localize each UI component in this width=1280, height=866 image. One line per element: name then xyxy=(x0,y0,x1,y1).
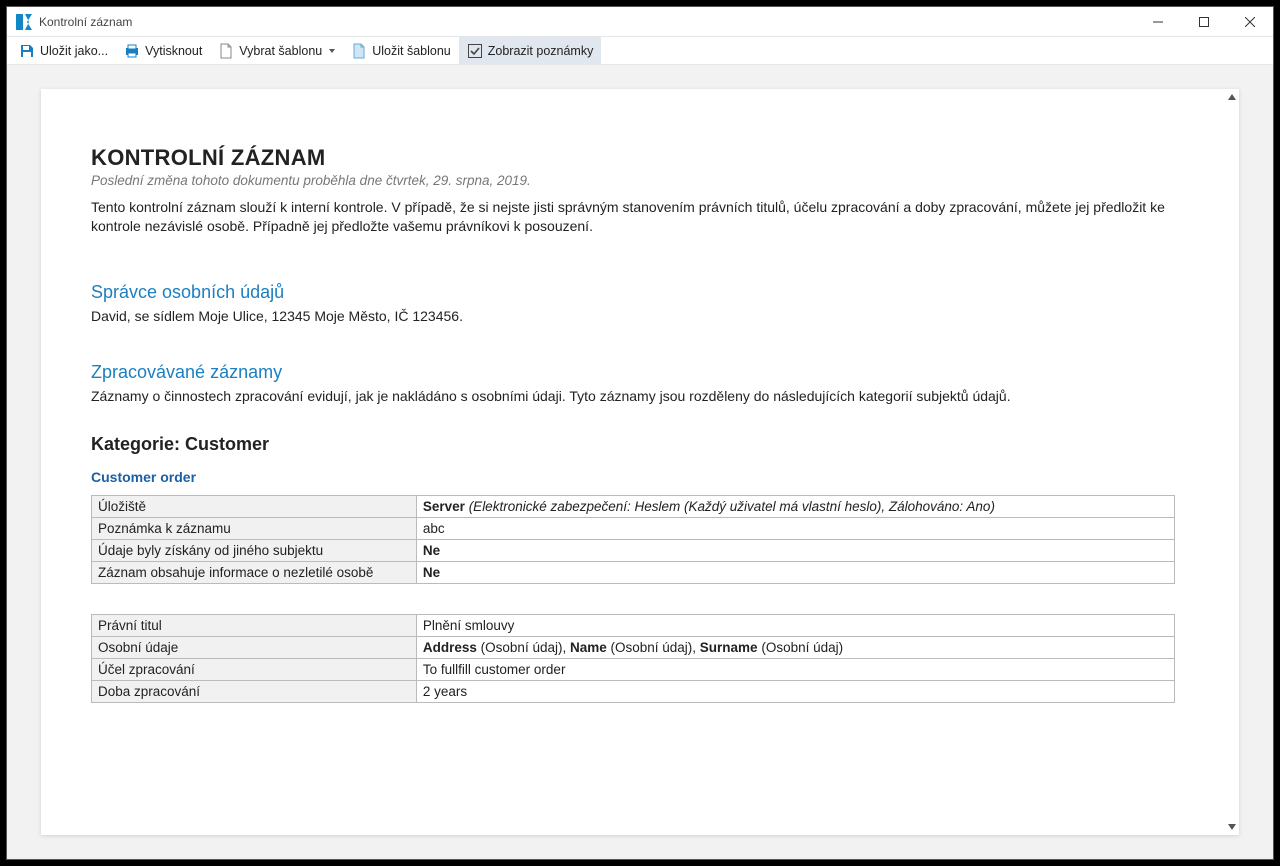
document-icon xyxy=(218,43,234,59)
storage-detail: (Elektronické zabezpečení: Heslem (Každý… xyxy=(469,499,995,514)
show-notes-label: Zobrazit poznámky xyxy=(488,44,594,58)
table-row: Údaje byly získány od jiného subjektu Ne xyxy=(92,539,1175,561)
val-bold: Ne xyxy=(423,543,440,558)
scroll-track[interactable] xyxy=(1225,105,1239,819)
document-preview: KONTROLNÍ ZÁZNAM Poslední změna tohoto d… xyxy=(41,89,1239,835)
cell-label: Údaje byly získány od jiného subjektu xyxy=(92,539,417,561)
vertical-scrollbar[interactable] xyxy=(1225,89,1239,835)
pd-address: Address xyxy=(423,640,477,655)
table-row: Účel zpracování To fullfill customer ord… xyxy=(92,658,1175,680)
template-icon xyxy=(351,43,367,59)
maximize-button[interactable] xyxy=(1181,7,1227,37)
cell-value: Ne xyxy=(416,561,1174,583)
legal-table: Právní titul Plnění smlouvy Osobní údaje… xyxy=(91,614,1175,703)
storage-name: Server xyxy=(423,499,469,514)
storage-table: Úložiště Server (Elektronické zabezpečen… xyxy=(91,495,1175,584)
cell-label: Poznámka k záznamu xyxy=(92,517,417,539)
app-icon xyxy=(15,13,33,31)
print-icon xyxy=(124,43,140,59)
window-title: Kontrolní záznam xyxy=(39,15,1135,29)
content-area: KONTROLNÍ ZÁZNAM Poslední změna tohoto d… xyxy=(7,65,1273,859)
cell-label: Doba zpracování xyxy=(92,680,417,702)
checkbox-checked-icon xyxy=(467,43,483,59)
save-as-label: Uložit jako... xyxy=(40,44,108,58)
cell-label: Právní titul xyxy=(92,614,417,636)
save-as-button[interactable]: Uložit jako... xyxy=(11,37,116,64)
controller-text: David, se sídlem Moje Ulice, 12345 Moje … xyxy=(91,307,1175,326)
toolbar: Uložit jako... Vytisknout Vybrat šablonu xyxy=(7,37,1273,65)
pd-name: Name xyxy=(570,640,607,655)
pd-surname: Surname xyxy=(700,640,758,655)
cell-label: Osobní údaje xyxy=(92,636,417,658)
records-text: Záznamy o činnostech zpracování evidují,… xyxy=(91,387,1175,406)
scroll-down-arrow[interactable] xyxy=(1225,819,1239,835)
cell-label: Záznam obsahuje informace o nezletilé os… xyxy=(92,561,417,583)
cell-value: Server (Elektronické zabezpečení: Heslem… xyxy=(416,495,1174,517)
cell-value: abc xyxy=(416,517,1174,539)
cell-value: 2 years xyxy=(416,680,1174,702)
minimize-button[interactable] xyxy=(1135,7,1181,37)
save-icon xyxy=(19,43,35,59)
titlebar: Kontrolní záznam xyxy=(7,7,1273,37)
close-button[interactable] xyxy=(1227,7,1273,37)
table-row: Doba zpracování 2 years xyxy=(92,680,1175,702)
choose-template-label: Vybrat šablonu xyxy=(239,44,322,58)
chevron-down-icon xyxy=(329,49,335,53)
cell-value: Plnění smlouvy xyxy=(416,614,1174,636)
choose-template-button[interactable]: Vybrat šablonu xyxy=(210,37,343,64)
cell-label: Úložiště xyxy=(92,495,417,517)
category-title: Kategorie: Customer xyxy=(91,434,1175,455)
save-template-button[interactable]: Uložit šablonu xyxy=(343,37,459,64)
records-heading: Zpracovávané záznamy xyxy=(91,362,1175,383)
cell-value: Ne xyxy=(416,539,1174,561)
table-row: Právní titul Plnění smlouvy xyxy=(92,614,1175,636)
last-change-text: Poslední změna tohoto dokumentu proběhla… xyxy=(91,173,1175,188)
intro-paragraph: Tento kontrolní záznam slouží k interní … xyxy=(91,198,1175,236)
table-row: Poznámka k záznamu abc xyxy=(92,517,1175,539)
app-window: Kontrolní záznam Uložit jako... xyxy=(6,6,1274,860)
show-notes-toggle[interactable]: Zobrazit poznámky xyxy=(459,37,602,64)
table-row: Záznam obsahuje informace o nezletilé os… xyxy=(92,561,1175,583)
controller-heading: Správce osobních údajů xyxy=(91,282,1175,303)
doc-title: KONTROLNÍ ZÁZNAM xyxy=(91,145,1175,171)
cell-value: To fullfill customer order xyxy=(416,658,1174,680)
record-name: Customer order xyxy=(91,469,1175,485)
cell-label: Účel zpracování xyxy=(92,658,417,680)
window-controls xyxy=(1135,7,1273,37)
scroll-up-arrow[interactable] xyxy=(1225,89,1239,105)
val-bold: Ne xyxy=(423,565,440,580)
table-row: Osobní údaje Address (Osobní údaj), Name… xyxy=(92,636,1175,658)
table-row: Úložiště Server (Elektronické zabezpečen… xyxy=(92,495,1175,517)
cell-value: Address (Osobní údaj), Name (Osobní údaj… xyxy=(416,636,1174,658)
print-button[interactable]: Vytisknout xyxy=(116,37,210,64)
print-label: Vytisknout xyxy=(145,44,202,58)
save-template-label: Uložit šablonu xyxy=(372,44,451,58)
document-body: KONTROLNÍ ZÁZNAM Poslední změna tohoto d… xyxy=(41,89,1225,835)
